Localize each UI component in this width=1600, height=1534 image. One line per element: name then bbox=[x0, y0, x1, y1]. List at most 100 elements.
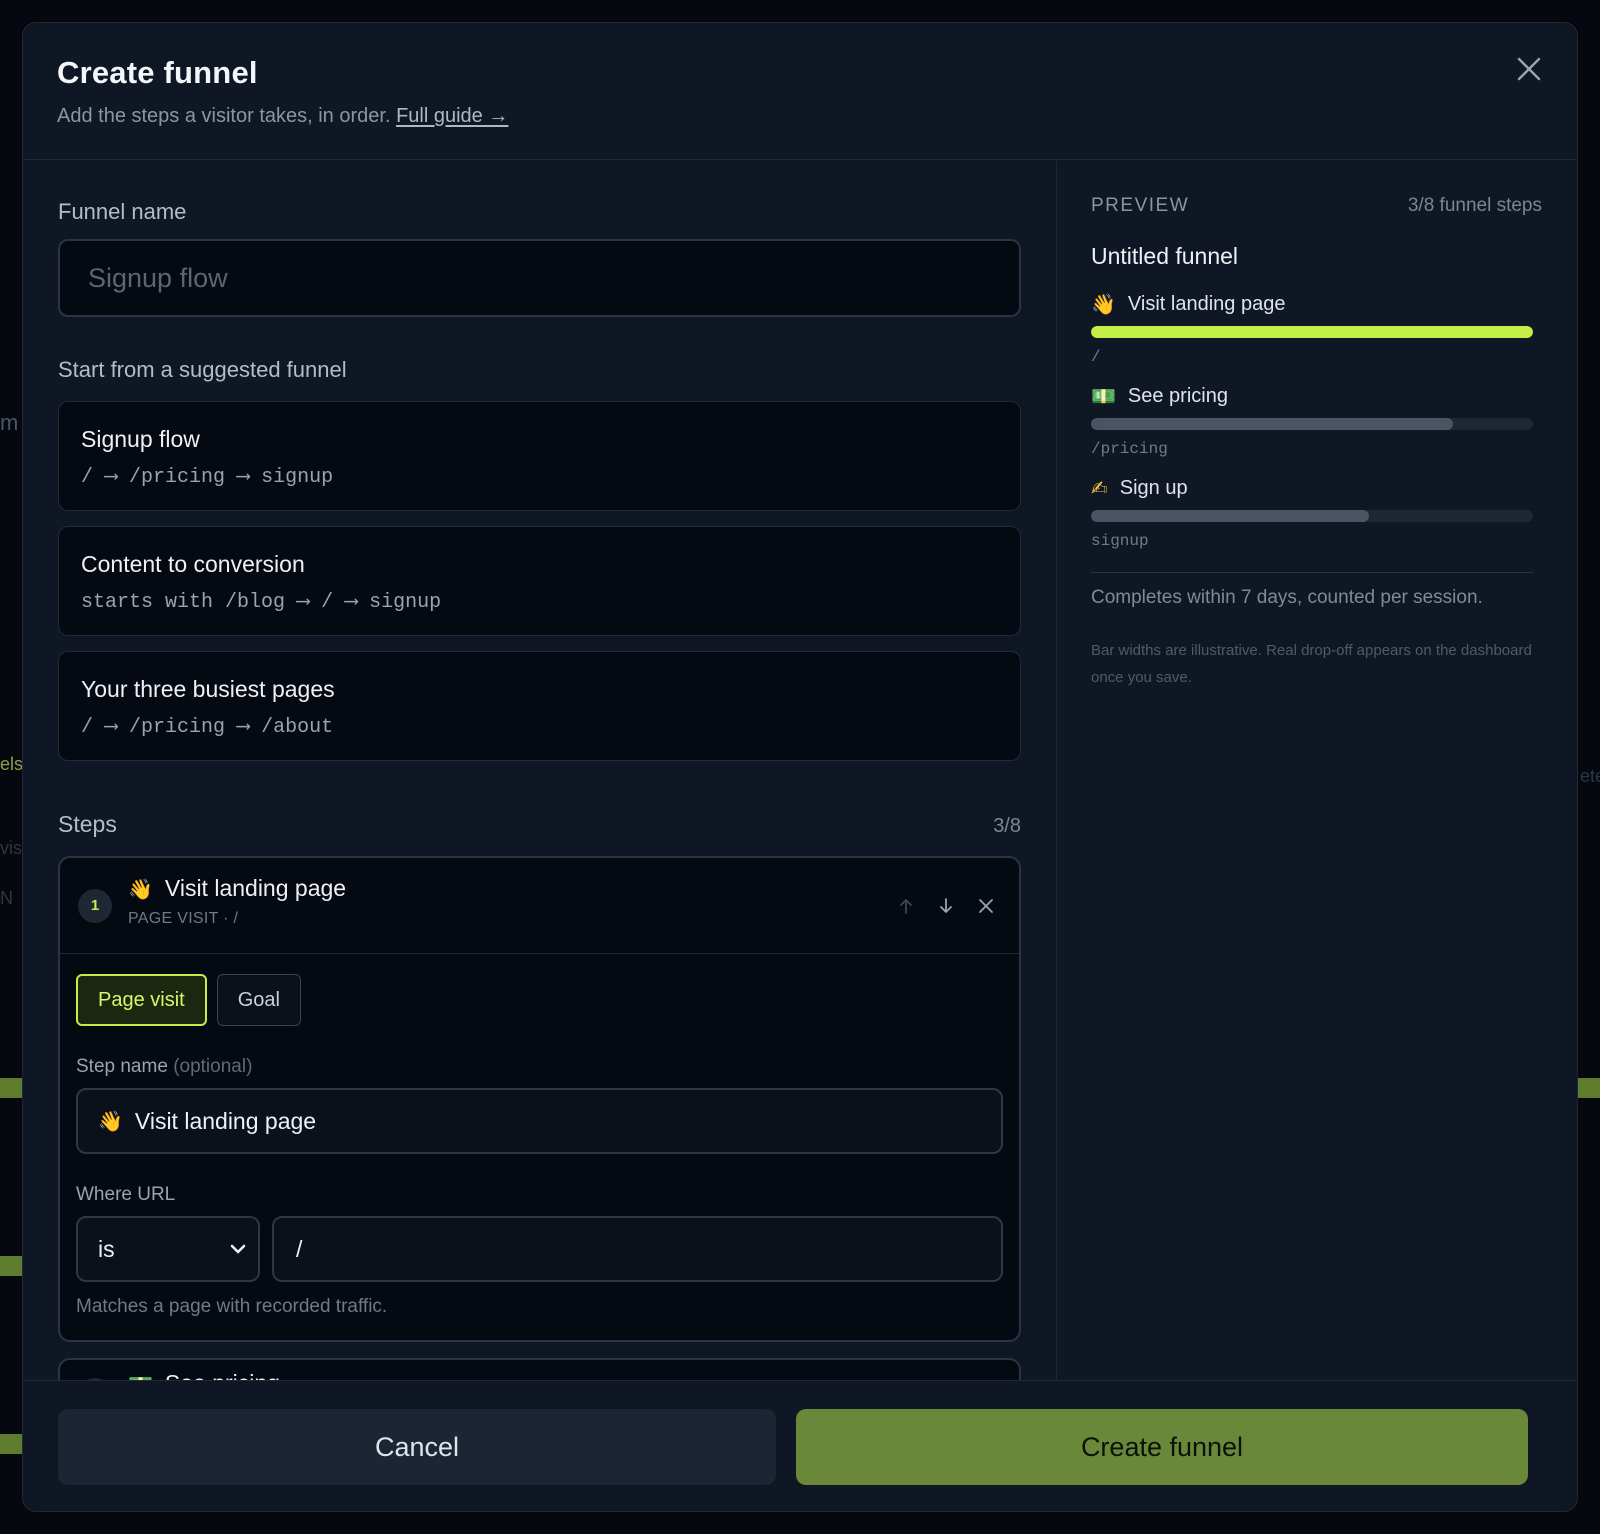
modal-title: Create funnel bbox=[57, 55, 258, 90]
step-title-text: Visit landing page bbox=[164, 875, 347, 901]
modal-subtitle-text: Add the steps a visitor takes, in order. bbox=[57, 105, 391, 127]
preview-step: 💵 See pricing /pricing bbox=[1091, 384, 1542, 458]
form-column: Funnel name Start from a suggested funne… bbox=[23, 161, 1057, 1380]
step-title-text: See pricing bbox=[165, 1370, 280, 1380]
background-text: els bbox=[0, 754, 24, 774]
create-funnel-button[interactable]: Create funnel bbox=[796, 1409, 1528, 1485]
modal-footer: Cancel Create funnel bbox=[23, 1380, 1577, 1511]
step-name-input[interactable]: 👋 Visit landing page bbox=[76, 1088, 1003, 1154]
background-text: vis bbox=[0, 838, 22, 858]
step-body: Page visit Goal Step name (optional) 👋 V… bbox=[60, 954, 1019, 1340]
modal-subtitle: Add the steps a visitor takes, in order.… bbox=[57, 105, 1543, 128]
modal-body: Funnel name Start from a suggested funne… bbox=[23, 161, 1577, 1380]
money-icon: 💵 bbox=[1091, 384, 1116, 408]
preview-step: ✍ Sign up signup bbox=[1091, 476, 1542, 550]
preview-step-name: ✍ Sign up bbox=[1091, 476, 1542, 500]
step-name-label: Step name (optional) bbox=[76, 1056, 1003, 1078]
preview-divider bbox=[1091, 572, 1533, 573]
writing-hand-icon: ✍ bbox=[1091, 476, 1108, 500]
step-number-badge: 1 bbox=[78, 888, 112, 923]
preview-label: PREVIEW bbox=[1091, 195, 1190, 216]
url-operator-select[interactable]: is bbox=[76, 1216, 260, 1282]
close-icon bbox=[979, 898, 993, 913]
waving-hand-icon: 👋 bbox=[1091, 292, 1116, 316]
step-actions bbox=[895, 895, 997, 917]
preview-step-label: Sign up bbox=[1119, 476, 1188, 499]
step-header[interactable]: 1 👋 Visit landing page PAGE VISIT · / bbox=[60, 858, 1019, 954]
step-type-toggle: Page visit Goal bbox=[76, 974, 1003, 1026]
steps-label: Steps bbox=[58, 811, 117, 837]
background-bar bbox=[0, 1078, 22, 1098]
chevron-down-icon bbox=[230, 1244, 246, 1254]
arrow-up-icon bbox=[900, 898, 912, 914]
preview-step-label: Visit landing page bbox=[1127, 292, 1286, 315]
type-goal-button[interactable]: Goal bbox=[216, 974, 301, 1026]
preview-step: 👋 Visit landing page / bbox=[1091, 292, 1542, 366]
background-text: N bbox=[0, 888, 13, 908]
preview-bar-track bbox=[1091, 510, 1533, 522]
step-name-value: Visit landing page bbox=[134, 1107, 317, 1134]
close-button[interactable] bbox=[1511, 51, 1547, 87]
suggestion-card-busiest-pages[interactable]: Your three busiest pages / ⟶ /pricing ⟶ … bbox=[58, 651, 1021, 761]
preview-step-name: 👋 Visit landing page bbox=[1091, 292, 1542, 316]
remove-step-button[interactable] bbox=[975, 895, 997, 917]
url-value-input[interactable]: / bbox=[272, 1216, 1003, 1282]
preview-step-path: signup bbox=[1091, 532, 1149, 550]
step-header-text: 💵 See pricing bbox=[128, 1370, 280, 1380]
step-meta: PAGE VISIT · / bbox=[128, 910, 239, 927]
full-guide-link[interactable]: Full guide → bbox=[396, 105, 508, 127]
step-header[interactable]: 2 💵 See pricing bbox=[60, 1360, 1019, 1380]
arrow-down-icon bbox=[940, 897, 952, 913]
preview-step-name: 💵 See pricing bbox=[1091, 384, 1542, 408]
step-card-1: 1 👋 Visit landing page PAGE VISIT · / Pa… bbox=[58, 856, 1021, 1342]
step-name-label-text: Step name bbox=[76, 1056, 168, 1077]
background-bar bbox=[0, 1434, 22, 1454]
preview-bar-track bbox=[1091, 326, 1533, 338]
url-hint: Matches a page with recorded traffic. bbox=[76, 1296, 388, 1317]
create-funnel-modal: Create funnel Add the steps a visitor ta… bbox=[22, 22, 1578, 1512]
preview-step-label: See pricing bbox=[1127, 384, 1228, 407]
background-text: m bbox=[0, 410, 19, 435]
preview-step-path: /pricing bbox=[1091, 440, 1168, 458]
url-label: Where URL bbox=[76, 1184, 176, 1205]
preview-bar-fill bbox=[1091, 326, 1533, 338]
suggestion-title: Signup flow bbox=[81, 426, 200, 452]
background-text: ete bbox=[1580, 766, 1600, 786]
preview-bar-fill bbox=[1091, 510, 1370, 522]
suggestion-card-content-to-conversion[interactable]: Content to conversion starts with /blog … bbox=[58, 526, 1021, 636]
suggestion-path: starts with /blog ⟶ / ⟶ signup bbox=[81, 591, 442, 614]
funnel-name-label: Funnel name bbox=[58, 199, 187, 224]
preview-bar-track bbox=[1091, 418, 1533, 430]
suggestions-label: Start from a suggested funnel bbox=[58, 357, 347, 382]
background-bar bbox=[1578, 1078, 1600, 1098]
move-down-button[interactable] bbox=[935, 895, 957, 917]
money-icon: 💵 bbox=[128, 1372, 153, 1381]
waving-hand-icon: 👋 bbox=[98, 1109, 123, 1133]
preview-header: PREVIEW 3/8 funnel steps bbox=[1091, 195, 1542, 217]
preview-funnel-title: Untitled funnel bbox=[1091, 243, 1239, 269]
optional-marker: (optional) bbox=[173, 1056, 253, 1077]
preview-step-count: 3/8 funnel steps bbox=[1407, 195, 1542, 216]
suggestion-path: / ⟶ /pricing ⟶ signup bbox=[81, 466, 334, 489]
background-bar bbox=[0, 1256, 22, 1276]
preview-bar-fill bbox=[1091, 418, 1454, 430]
step-title: 👋 Visit landing page bbox=[128, 875, 346, 902]
preview-completion-note: Completes within 7 days, counted per ses… bbox=[1091, 587, 1483, 608]
funnel-name-input[interactable] bbox=[58, 239, 1021, 317]
move-up-button[interactable] bbox=[895, 895, 917, 917]
preview-column: PREVIEW 3/8 funnel steps Untitled funnel… bbox=[1057, 161, 1577, 1380]
suggestion-path: / ⟶ /pricing ⟶ /about bbox=[81, 716, 334, 739]
step-card-2[interactable]: 2 💵 See pricing bbox=[58, 1358, 1021, 1380]
preview-disclaimer: Bar widths are illustrative. Real drop-o… bbox=[1091, 642, 1532, 686]
modal-header: Create funnel Add the steps a visitor ta… bbox=[23, 23, 1577, 160]
steps-count: 3/8 bbox=[993, 815, 1021, 837]
suggestion-title: Your three busiest pages bbox=[81, 676, 335, 702]
url-condition-row: is / bbox=[76, 1216, 1003, 1282]
cancel-button[interactable]: Cancel bbox=[58, 1409, 776, 1485]
suggestion-title: Content to conversion bbox=[81, 551, 305, 577]
preview-step-path: / bbox=[1091, 348, 1101, 366]
suggestion-card-signup-flow[interactable]: Signup flow / ⟶ /pricing ⟶ signup bbox=[58, 401, 1021, 511]
type-page-visit-button[interactable]: Page visit bbox=[76, 974, 207, 1026]
close-icon bbox=[1517, 57, 1541, 81]
waving-hand-icon: 👋 bbox=[128, 876, 153, 901]
